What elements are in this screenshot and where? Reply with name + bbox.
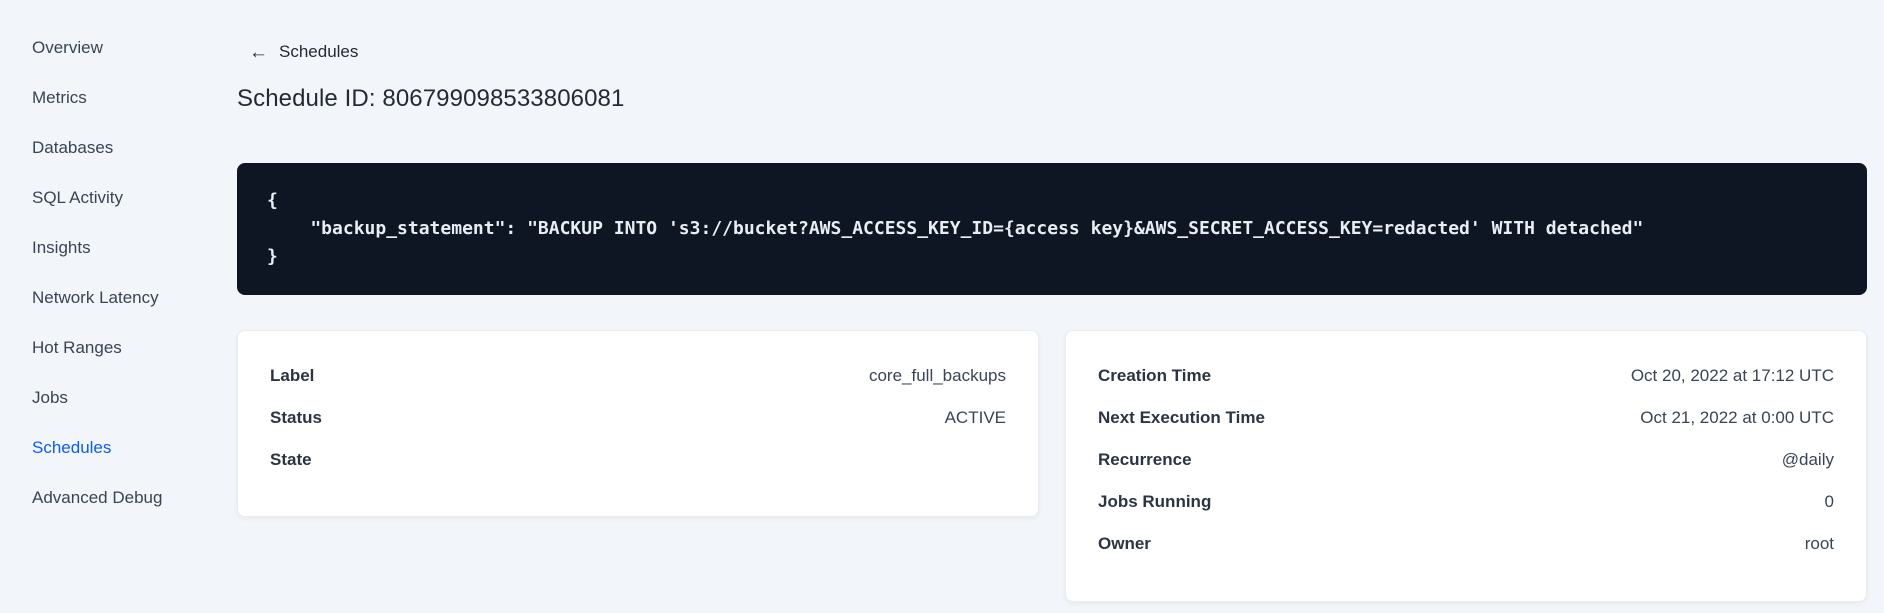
detail-row-label: Next Execution Time: [1098, 408, 1265, 427]
schedule-definition-code-block: { "backup_statement": "BACKUP INTO 's3:/…: [237, 163, 1867, 295]
sidebar-item-jobs[interactable]: Jobs: [32, 386, 237, 410]
code-line: {: [267, 190, 278, 211]
back-link-label: Schedules: [279, 42, 359, 61]
detail-row: Creation Time Oct 20, 2022 at 17:12 UTC: [1098, 355, 1834, 397]
detail-row: Recurrence @daily: [1098, 439, 1834, 481]
schedule-status-card: Label core_full_backups Status ACTIVE St…: [237, 330, 1039, 517]
sidebar-item-schedules[interactable]: Schedules: [32, 436, 237, 460]
detail-row-label: Label: [270, 366, 315, 385]
detail-row: State: [270, 439, 1006, 481]
sidebar-item-insights[interactable]: Insights: [32, 236, 237, 260]
code-line: }: [267, 246, 278, 267]
sidebar-item-hot-ranges[interactable]: Hot Ranges: [32, 336, 237, 360]
detail-row-value: Oct 20, 2022 at 17:12 UTC: [1630, 366, 1834, 385]
detail-row-label: State: [270, 450, 312, 469]
sidebar-item-sql-activity[interactable]: SQL Activity: [32, 186, 237, 210]
detail-row: Label core_full_backups: [270, 355, 1006, 397]
sidebar-item-metrics[interactable]: Metrics: [32, 86, 237, 110]
back-arrow-icon: ←: [249, 41, 268, 63]
sidebar-item-overview[interactable]: Overview: [32, 36, 237, 60]
detail-row: Status ACTIVE: [270, 397, 1006, 439]
detail-row-value: Oct 21, 2022 at 0:00 UTC: [1640, 408, 1834, 427]
schedule-timing-card: Creation Time Oct 20, 2022 at 17:12 UTC …: [1065, 330, 1867, 602]
detail-row-value: core_full_backups: [868, 366, 1006, 385]
detail-row-label: Recurrence: [1098, 450, 1192, 469]
detail-row: Next Execution Time Oct 21, 2022 at 0:00…: [1098, 397, 1834, 439]
detail-row-label: Status: [270, 408, 322, 427]
sidebar-item-databases[interactable]: Databases: [32, 136, 237, 160]
sidebar-item-network-latency[interactable]: Network Latency: [32, 286, 237, 310]
detail-row-value: 0: [1824, 492, 1834, 511]
detail-row: Jobs Running 0: [1098, 481, 1834, 523]
detail-row-value: ACTIVE: [944, 408, 1006, 427]
back-link[interactable]: ← Schedules: [249, 40, 358, 64]
detail-row-value: root: [1804, 534, 1834, 553]
sidebar: Overview Metrics Databases SQL Activity …: [0, 0, 237, 613]
detail-cards: Label core_full_backups Status ACTIVE St…: [237, 330, 1867, 602]
sidebar-item-advanced-debug[interactable]: Advanced Debug: [32, 486, 237, 510]
detail-row-value: @daily: [1781, 450, 1834, 469]
detail-row-label: Creation Time: [1098, 366, 1212, 385]
page-title: Schedule ID: 806799098533806081: [237, 85, 625, 112]
detail-row-label: Owner: [1098, 534, 1151, 553]
main-content: ← Schedules Schedule ID: 806799098533806…: [237, 0, 1867, 613]
code-line: "backup_statement": "BACKUP INTO 's3://b…: [267, 218, 1644, 239]
detail-row: Owner root: [1098, 523, 1834, 565]
detail-row-label: Jobs Running: [1098, 492, 1212, 511]
